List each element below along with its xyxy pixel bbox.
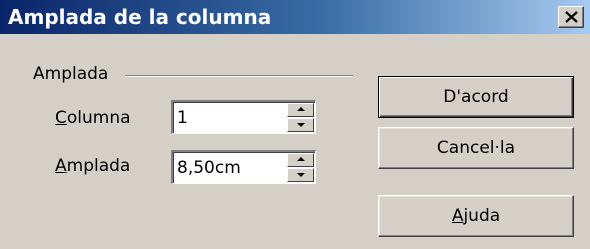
dialog-body: Amplada Columna Amplada D'acord Cancel·l… bbox=[0, 34, 590, 249]
help-button[interactable]: Ajuda bbox=[378, 195, 574, 237]
help-label-rest: juda bbox=[463, 206, 501, 226]
column-label-mnemonic: C bbox=[55, 108, 67, 128]
close-button[interactable] bbox=[558, 6, 584, 28]
cancel-button[interactable]: Cancel·la bbox=[378, 127, 574, 169]
width-spin-down-button[interactable] bbox=[287, 168, 314, 182]
column-width-dialog: Amplada de la columna Amplada Columna Am… bbox=[0, 0, 590, 249]
help-label-mnemonic: A bbox=[451, 206, 464, 226]
column-spinbox bbox=[171, 100, 316, 134]
dialog-title: Amplada de la columna bbox=[8, 5, 272, 29]
column-spin-down-button[interactable] bbox=[287, 118, 314, 132]
column-label-rest: olumna bbox=[66, 108, 131, 128]
spin-down-icon bbox=[297, 173, 305, 177]
column-input[interactable] bbox=[177, 104, 283, 132]
width-spinbox bbox=[171, 150, 316, 184]
width-spin-up-button[interactable] bbox=[287, 153, 314, 167]
width-label-rest: mplada bbox=[66, 156, 131, 176]
close-icon bbox=[565, 11, 578, 23]
width-input[interactable] bbox=[177, 154, 283, 182]
column-label: Columna bbox=[55, 108, 131, 128]
spin-down-icon bbox=[297, 123, 305, 127]
width-label: Amplada bbox=[55, 156, 130, 176]
group-divider bbox=[125, 75, 353, 77]
spin-up-icon bbox=[297, 157, 305, 161]
spin-up-icon bbox=[297, 107, 305, 111]
width-label-mnemonic: A bbox=[55, 156, 67, 176]
group-label-width: Amplada bbox=[33, 64, 109, 84]
ok-button[interactable]: D'acord bbox=[378, 76, 574, 118]
title-bar[interactable]: Amplada de la columna bbox=[0, 0, 590, 34]
column-spin-up-button[interactable] bbox=[287, 103, 314, 117]
